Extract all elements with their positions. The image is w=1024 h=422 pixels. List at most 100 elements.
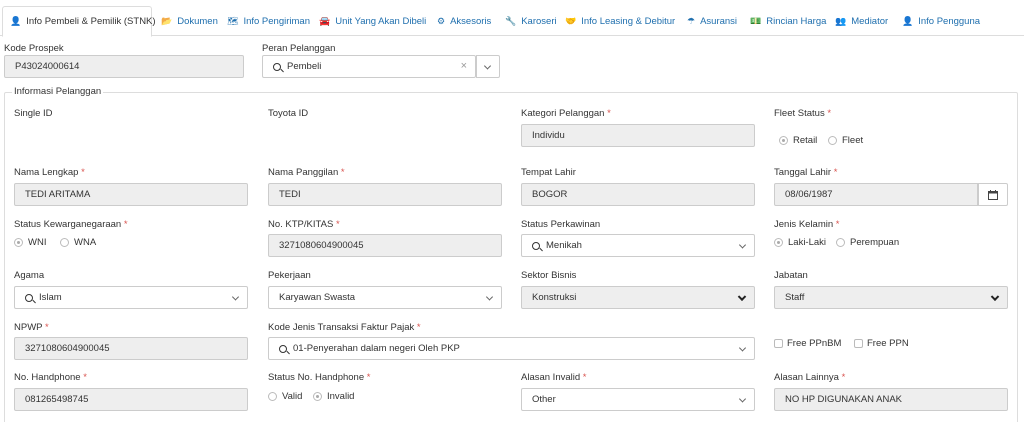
search-icon	[532, 241, 540, 250]
agama-value: Islam	[39, 292, 62, 303]
search-icon	[279, 344, 287, 353]
tab-aksesoris[interactable]: ⚙ Aksesoris	[430, 6, 491, 36]
tab-info-pembeli[interactable]: 👤 Info Pembeli & Pemilik (STNK)	[2, 6, 156, 37]
radio-dot	[836, 238, 845, 247]
radio-dot	[60, 238, 69, 247]
handphone-value: 081265498745	[25, 394, 89, 405]
user-icon: 👤	[10, 16, 22, 26]
checkbox-label: Free PPnBM	[787, 338, 842, 349]
map-icon: 🗺	[227, 15, 239, 26]
status-hp-invalid-radio[interactable]: Invalid	[313, 391, 354, 402]
alasan-invalid-select[interactable]: Other	[521, 388, 755, 411]
tab-label: Karoseri	[521, 15, 557, 27]
chevron-down-icon	[231, 292, 240, 301]
chevron-down-icon	[738, 394, 747, 403]
nama-lengkap-value: TEDI ARITAMA	[25, 189, 91, 200]
users-icon: 👥	[835, 15, 847, 26]
tab-info-pengiriman[interactable]: 🗺 Info Pengiriman	[220, 6, 310, 36]
checkbox-label: Free PPN	[867, 338, 909, 349]
ktp-input[interactable]: 3271080604900045	[268, 234, 502, 257]
search-icon	[273, 62, 281, 71]
radio-dot	[779, 136, 788, 145]
free-ppnbm-checkbox[interactable]: Free PPnBM	[774, 338, 841, 349]
nama-panggilan-input[interactable]: TEDI	[268, 183, 502, 206]
fleet-status-label: Fleet Status *	[774, 108, 832, 119]
tab-rincian-harga[interactable]: 💵 Rincian Harga	[743, 6, 826, 36]
kategori-label: Kategori Pelanggan *	[521, 108, 611, 119]
informasi-pelanggan-panel	[4, 92, 1018, 422]
chevron-down-icon	[737, 292, 747, 301]
radio-label: Retail	[793, 135, 818, 146]
kode-prospek-input[interactable]: P43024000614	[4, 55, 244, 78]
ktp-label: No. KTP/KITAS *	[268, 219, 340, 230]
radio-label: Laki-Laki	[788, 237, 827, 248]
handshake-icon: 🤝	[565, 15, 577, 26]
chevron-down-icon	[483, 61, 492, 70]
tanggal-lahir-input[interactable]: 08/06/1987	[774, 183, 978, 206]
wrench-icon: 🔧	[505, 15, 517, 26]
chevron-down-icon	[738, 343, 747, 352]
nama-panggilan-value: TEDI	[279, 189, 301, 200]
tab-info-pengguna[interactable]: 👤 Info Pengguna	[895, 6, 980, 36]
chevron-down-icon	[990, 292, 1000, 301]
single-id-label: Single ID	[14, 108, 53, 119]
peran-pelanggan-dropdown-button[interactable]	[476, 55, 500, 78]
faktur-pajak-select[interactable]: 01-Penyerahan dalam negeri Oleh PKP	[268, 337, 755, 360]
pekerjaan-select[interactable]: Karyawan Swasta	[268, 286, 502, 309]
radio-label: Fleet	[842, 135, 864, 146]
tab-label: Aksesoris	[450, 15, 492, 27]
tab-unit[interactable]: 🚘 Unit Yang Akan Dibeli	[312, 6, 426, 36]
tab-asuransi[interactable]: ☂ Asuransi	[680, 6, 737, 36]
calendar-button[interactable]	[978, 183, 1008, 206]
npwp-label: NPWP *	[14, 322, 49, 333]
radio-dot	[14, 238, 23, 247]
jenis-kelamin-perempuan-radio[interactable]: Perempuan	[836, 237, 899, 248]
toyota-id-label: Toyota ID	[268, 108, 309, 119]
kategori-input[interactable]: Individu	[521, 124, 755, 147]
alasan-invalid-value: Other	[532, 394, 556, 405]
clear-icon[interactable]: ×	[461, 60, 467, 72]
faktur-pajak-label: Kode Jenis Transaksi Faktur Pajak *	[268, 322, 421, 333]
kewarganegaraan-label: Status Kewarganegaraan *	[14, 219, 128, 230]
peran-pelanggan-select[interactable]: Pembeli ×	[262, 55, 476, 78]
pekerjaan-label: Pekerjaan	[268, 270, 311, 281]
free-ppn-checkbox[interactable]: Free PPN	[854, 338, 909, 349]
radio-label: WNI	[28, 237, 47, 248]
jabatan-select[interactable]: Staff	[774, 286, 1008, 309]
npwp-input[interactable]: 3271080604900045	[14, 337, 248, 360]
status-hp-valid-radio[interactable]: Valid	[268, 391, 302, 402]
tempat-lahir-label: Tempat Lahir	[521, 167, 576, 178]
sektor-bisnis-value: Konstruksi	[532, 292, 577, 303]
tab-mediator[interactable]: 👥 Mediator	[828, 6, 888, 36]
fleet-status-fleet-radio[interactable]: Fleet	[828, 135, 863, 146]
alasan-lainnya-input[interactable]: NO HP DIGUNAKAN ANAK	[774, 388, 1008, 411]
nama-panggilan-label: Nama Panggilan *	[268, 167, 345, 178]
cogs-icon: ⚙	[437, 15, 446, 26]
status-perkawinan-select[interactable]: Menikah	[521, 234, 755, 257]
tab-leasing[interactable]: 🤝 Info Leasing & Debitur	[558, 6, 675, 36]
jenis-kelamin-laki-radio[interactable]: Laki-Laki	[774, 237, 826, 248]
handphone-label: No. Handphone *	[14, 372, 87, 383]
kewarganegaraan-wna-radio[interactable]: WNA	[60, 237, 96, 248]
sektor-bisnis-select[interactable]: Konstruksi	[521, 286, 755, 309]
tab-label: Dokumen	[177, 15, 218, 27]
tab-label: Asuransi	[700, 15, 738, 27]
agama-select[interactable]: Islam	[14, 286, 248, 309]
money-icon: 💵	[750, 15, 762, 26]
fleet-status-retail-radio[interactable]: Retail	[779, 135, 817, 146]
tab-karoseri[interactable]: 🔧 Karoseri	[498, 6, 557, 36]
nama-lengkap-input[interactable]: TEDI ARITAMA	[14, 183, 248, 206]
tab-label: Info Pengguna	[918, 15, 981, 27]
kewarganegaraan-wni-radio[interactable]: WNI	[14, 237, 46, 248]
nama-lengkap-label: Nama Lengkap *	[14, 167, 85, 178]
folder-icon: 📂	[161, 15, 173, 26]
radio-dot	[313, 392, 322, 401]
radio-label: WNA	[74, 237, 97, 248]
pekerjaan-value: Karyawan Swasta	[279, 292, 356, 303]
car-icon: 🚘	[319, 15, 331, 26]
radio-label: Valid	[282, 391, 303, 402]
faktur-pajak-value: 01-Penyerahan dalam negeri Oleh PKP	[293, 343, 460, 354]
handphone-input[interactable]: 081265498745	[14, 388, 248, 411]
tempat-lahir-input[interactable]: BOGOR	[521, 183, 755, 206]
tab-dokumen[interactable]: 📂 Dokumen	[154, 6, 218, 36]
